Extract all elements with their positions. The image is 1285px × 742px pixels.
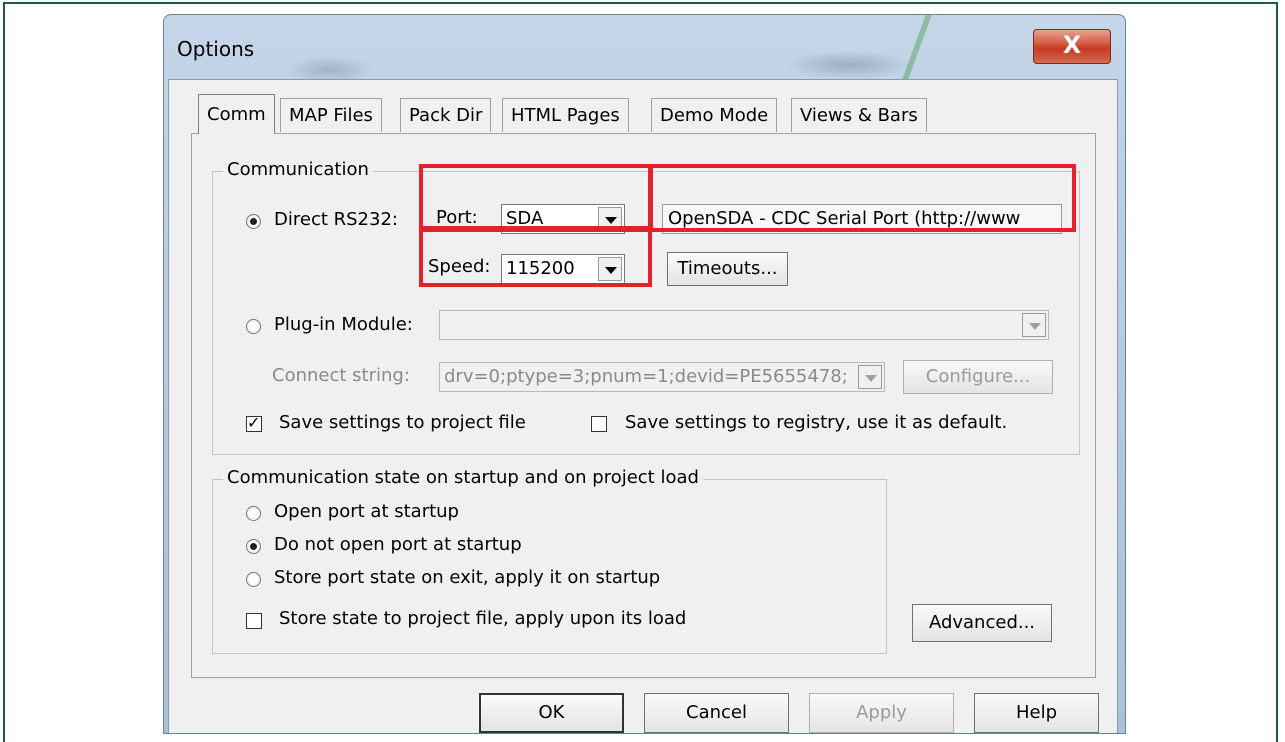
store-to-project-label: Store state to project file, apply upon … bbox=[279, 608, 687, 629]
connect-string-combobox[interactable]: drv=0;ptype=3;pnum=1;devid=PE5655478; bbox=[439, 362, 885, 392]
tab-pack-dir[interactable]: Pack Dir bbox=[400, 98, 492, 132]
plugin-module-label: Plug-in Module: bbox=[274, 314, 413, 335]
tab-comm[interactable]: Comm bbox=[198, 94, 275, 134]
ok-button[interactable]: OK bbox=[479, 693, 624, 733]
speed-label: Speed: bbox=[428, 256, 491, 277]
plugin-module-radio[interactable] bbox=[246, 319, 261, 334]
store-port-state-label: Store port state on exit, apply it on st… bbox=[274, 567, 661, 588]
options-dialog: Options X Comm MAP Files Pack Dir HTML P… bbox=[163, 14, 1126, 734]
dialog-client: Comm MAP Files Pack Dir HTML Pages Demo … bbox=[168, 79, 1118, 733]
tab-views-bars[interactable]: Views & Bars bbox=[791, 98, 927, 132]
help-button[interactable]: Help bbox=[974, 693, 1099, 733]
configure-button[interactable]: Configure... bbox=[903, 360, 1053, 394]
chevron-down-icon[interactable] bbox=[598, 257, 622, 281]
communication-legend: Communication bbox=[223, 159, 373, 180]
direct-rs232-label: Direct RS232: bbox=[274, 209, 398, 230]
chevron-down-icon[interactable] bbox=[858, 365, 882, 389]
window-title: Options bbox=[177, 37, 255, 61]
store-to-project-checkbox[interactable] bbox=[246, 613, 262, 629]
tab-map-files[interactable]: MAP Files bbox=[280, 98, 382, 132]
open-port-label: Open port at startup bbox=[274, 501, 459, 522]
background-blur bbox=[784, 50, 914, 80]
connect-string-value: drv=0;ptype=3;pnum=1;devid=PE5655478; bbox=[444, 366, 848, 387]
tab-demo-mode[interactable]: Demo Mode bbox=[651, 98, 778, 132]
port-description-field[interactable]: OpenSDA - CDC Serial Port (http://www bbox=[662, 204, 1062, 234]
store-port-state-radio[interactable] bbox=[246, 572, 261, 587]
save-to-registry-checkbox[interactable] bbox=[591, 416, 607, 432]
chevron-down-icon[interactable] bbox=[598, 207, 622, 231]
do-not-open-port-label: Do not open port at startup bbox=[274, 534, 522, 555]
do-not-open-port-radio[interactable] bbox=[246, 539, 261, 554]
open-port-radio[interactable] bbox=[246, 506, 261, 521]
background-line bbox=[902, 15, 932, 79]
speed-combobox[interactable]: 115200 bbox=[501, 254, 625, 284]
startup-legend: Communication state on startup and on pr… bbox=[223, 467, 703, 488]
close-button[interactable]: X bbox=[1033, 29, 1111, 64]
direct-rs232-radio[interactable] bbox=[246, 214, 261, 229]
apply-button[interactable]: Apply bbox=[809, 693, 954, 733]
port-label: Port: bbox=[436, 207, 478, 228]
plugin-module-combobox[interactable] bbox=[439, 310, 1049, 340]
comm-tab-panel: Communication Direct RS232: Port: SDA Op… bbox=[191, 133, 1096, 678]
startup-group: Communication state on startup and on pr… bbox=[212, 467, 887, 654]
save-to-registry-label: Save settings to registry, use it as def… bbox=[625, 412, 1008, 433]
tab-html-pages[interactable]: HTML Pages bbox=[502, 98, 629, 132]
advanced-button[interactable]: Advanced... bbox=[912, 604, 1052, 642]
save-to-project-checkbox[interactable] bbox=[246, 413, 262, 432]
communication-group: Communication Direct RS232: Port: SDA Op… bbox=[212, 159, 1080, 455]
connect-string-label: Connect string: bbox=[272, 365, 410, 386]
cancel-button[interactable]: Cancel bbox=[644, 693, 789, 733]
save-to-project-label: Save settings to project file bbox=[279, 412, 526, 433]
port-value: SDA bbox=[506, 208, 544, 229]
close-icon: X bbox=[1062, 31, 1082, 59]
chevron-down-icon[interactable] bbox=[1022, 313, 1046, 337]
speed-value: 115200 bbox=[506, 258, 575, 279]
timeouts-button[interactable]: Timeouts... bbox=[667, 252, 788, 286]
port-combobox[interactable]: SDA bbox=[501, 204, 625, 234]
title-bar[interactable]: Options X bbox=[164, 15, 1125, 85]
